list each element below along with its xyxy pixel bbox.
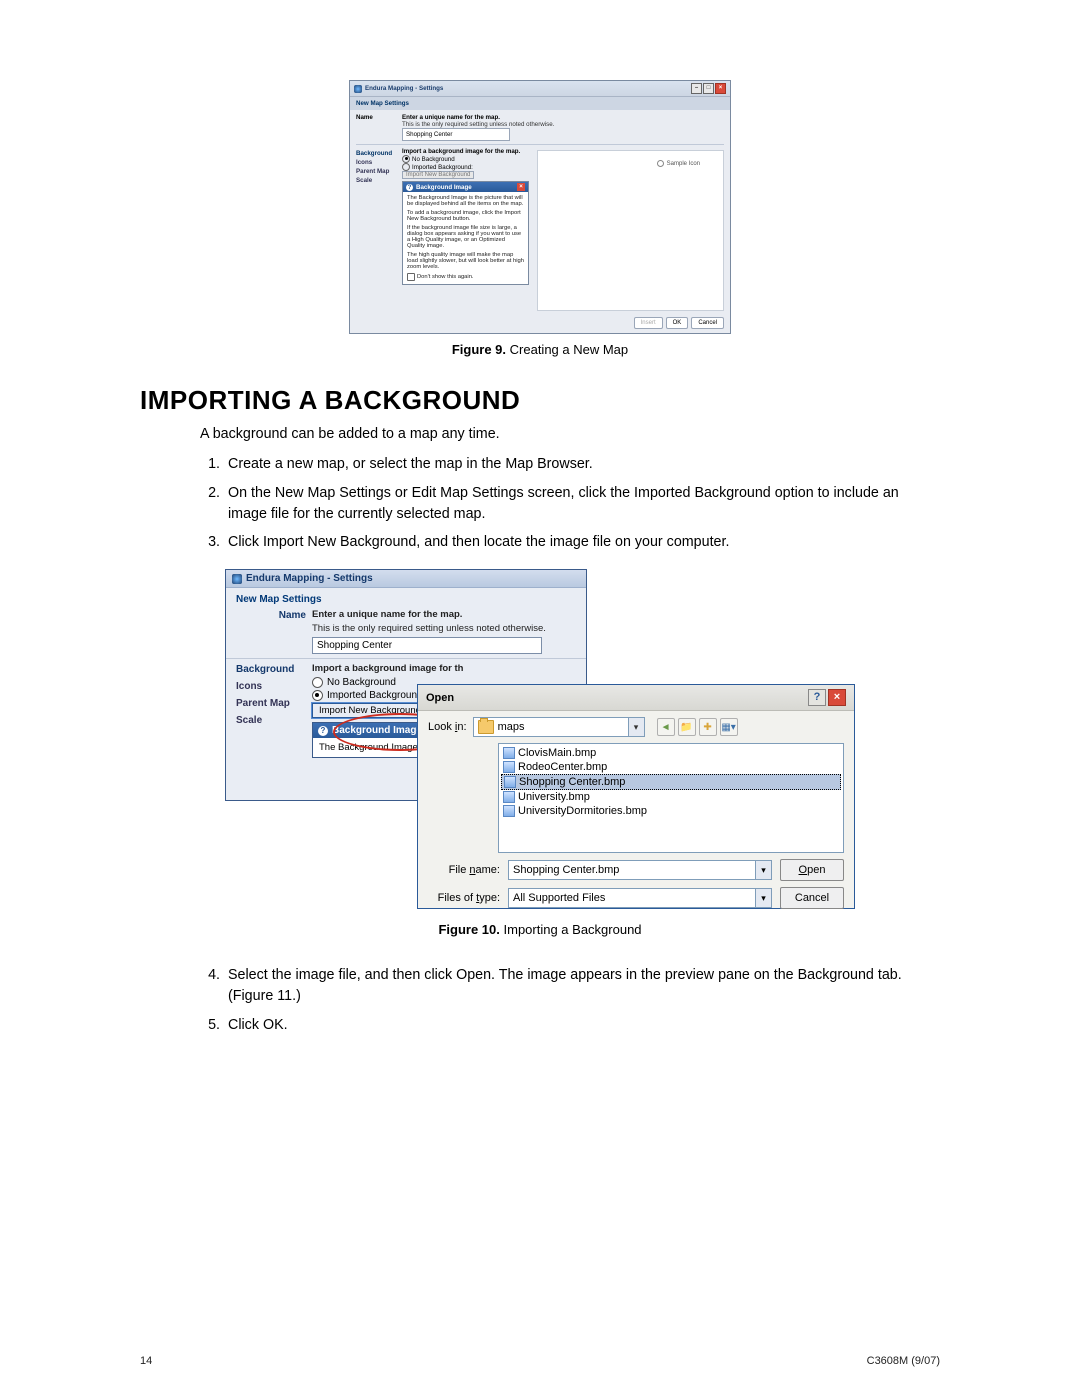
help-text: If the background image file size is lar… bbox=[407, 225, 524, 249]
file-item[interactable]: University.bmp bbox=[501, 790, 841, 804]
window-titlebar: Endura Mapping - Settings – □ × bbox=[350, 81, 730, 97]
sample-icon-label: Sample Icon bbox=[657, 160, 700, 167]
name-label: Name bbox=[236, 609, 306, 621]
window-controls: – □ × bbox=[691, 83, 726, 94]
close-icon[interactable]: × bbox=[828, 689, 846, 706]
bmp-icon bbox=[503, 761, 515, 773]
cancel-button[interactable]: Cancel bbox=[780, 887, 844, 909]
import-new-background-button[interactable]: Import New Background bbox=[312, 703, 428, 718]
ok-button[interactable]: OK bbox=[666, 317, 689, 329]
folder-icon bbox=[478, 720, 494, 734]
new-folder-icon[interactable]: ✚ bbox=[699, 718, 717, 736]
views-icon[interactable]: ▦▾ bbox=[720, 718, 738, 736]
filename-input[interactable]: Shopping Center.bmp▾ bbox=[508, 860, 772, 880]
preview-pane bbox=[537, 150, 724, 311]
look-in-dropdown[interactable]: maps ▾ bbox=[473, 717, 645, 737]
look-in-label: Look in: bbox=[428, 721, 467, 733]
insert-button: Insert bbox=[634, 317, 663, 329]
help-close-icon[interactable]: × bbox=[517, 183, 525, 191]
step-3: Click Import New Background, and then lo… bbox=[224, 532, 940, 553]
tab-icons[interactable]: Icons bbox=[236, 681, 306, 692]
filetype-label: Files of type: bbox=[428, 892, 500, 904]
help-popup: ? Background Image × The Background Imag… bbox=[402, 181, 529, 285]
bmp-icon bbox=[504, 776, 516, 788]
window-title: Endura Mapping - Settings bbox=[365, 85, 443, 92]
section-heading: IMPORTING A BACKGROUND bbox=[140, 385, 940, 416]
name-instruction: Enter a unique name for the map. bbox=[402, 114, 724, 121]
dont-show-again-checkbox[interactable]: Don't show this again. bbox=[407, 273, 524, 281]
map-name-input[interactable]: Shopping Center bbox=[402, 128, 510, 141]
doc-id: C3608M (9/07) bbox=[867, 1355, 940, 1367]
step-1: Create a new map, or select the map in t… bbox=[224, 454, 940, 475]
app-icon bbox=[354, 85, 362, 93]
help-title: Background Image bbox=[416, 184, 472, 191]
figure-10-screenshot: Endura Mapping - Settings New Map Settin… bbox=[225, 569, 855, 909]
help-title: Background Image bbox=[332, 725, 422, 736]
chevron-down-icon[interactable]: ▾ bbox=[755, 889, 771, 907]
window-title: Endura Mapping - Settings bbox=[246, 573, 373, 584]
help-icon[interactable]: ? bbox=[808, 689, 826, 706]
close-icon[interactable]: × bbox=[715, 83, 726, 94]
help-text: To add a background image, click the Imp… bbox=[407, 210, 524, 222]
filetype-dropdown[interactable]: All Supported Files▾ bbox=[508, 888, 772, 908]
tab-background[interactable]: Background bbox=[236, 664, 306, 675]
page-number: 14 bbox=[140, 1355, 152, 1367]
name-label: Name bbox=[356, 114, 398, 121]
figure-9-caption: Figure 9. Creating a New Map bbox=[140, 342, 940, 357]
file-item[interactable]: ClovisMain.bmp bbox=[501, 746, 841, 760]
step-2: On the New Map Settings or Edit Map Sett… bbox=[224, 483, 940, 524]
help-text: The high quality image will make the map… bbox=[407, 252, 524, 270]
name-instruction: Enter a unique name for the map. bbox=[312, 609, 576, 620]
chevron-down-icon[interactable]: ▾ bbox=[755, 861, 771, 879]
cancel-button[interactable]: Cancel bbox=[691, 317, 724, 329]
file-item-selected[interactable]: Shopping Center.bmp bbox=[501, 774, 841, 790]
bg-instruction: Import a background image for th bbox=[312, 663, 576, 674]
section-title: New Map Settings bbox=[226, 588, 586, 607]
file-item[interactable]: UniversityDormitories.bmp bbox=[501, 804, 841, 818]
app-icon bbox=[232, 574, 242, 584]
tab-parent-map[interactable]: Parent Map bbox=[356, 168, 398, 175]
up-folder-icon[interactable]: 📁 bbox=[678, 718, 696, 736]
open-button[interactable]: Open bbox=[780, 859, 844, 881]
page-footer: 14 C3608M (9/07) bbox=[140, 1355, 940, 1367]
figure-10-caption: Figure 10. Importing a Background bbox=[140, 922, 940, 937]
bmp-icon bbox=[503, 791, 515, 803]
map-name-input[interactable]: Shopping Center bbox=[312, 637, 542, 654]
help-text: The Background Image is the picture that… bbox=[407, 195, 524, 207]
import-new-background-button[interactable]: Import New Background bbox=[402, 171, 474, 179]
tab-scale[interactable]: Scale bbox=[236, 715, 306, 726]
maximize-icon[interactable]: □ bbox=[703, 83, 714, 94]
open-file-dialog: Open ? × Look in: maps ▾ ◄ 📁 ✚ bbox=[417, 684, 855, 909]
tab-parent-map[interactable]: Parent Map bbox=[236, 698, 306, 709]
minimize-icon[interactable]: – bbox=[691, 83, 702, 94]
file-item[interactable]: RodeoCenter.bmp bbox=[501, 760, 841, 774]
section-title: New Map Settings bbox=[350, 97, 730, 110]
help-icon: ? bbox=[318, 726, 328, 736]
tab-icons[interactable]: Icons bbox=[356, 159, 398, 166]
chevron-down-icon[interactable]: ▾ bbox=[628, 718, 644, 736]
name-subtext: This is the only required setting unless… bbox=[402, 121, 724, 128]
file-list[interactable]: ClovisMain.bmp RodeoCenter.bmp Shopping … bbox=[498, 743, 844, 853]
help-icon: ? bbox=[406, 184, 413, 191]
filename-label: File name: bbox=[428, 864, 500, 876]
back-icon[interactable]: ◄ bbox=[657, 718, 675, 736]
figure-9-screenshot: Endura Mapping - Settings – □ × New Map … bbox=[349, 80, 731, 334]
intro-text: A background can be added to a map any t… bbox=[200, 424, 940, 444]
bmp-icon bbox=[503, 805, 515, 817]
bmp-icon bbox=[503, 747, 515, 759]
step-4: Select the image file, and then click Op… bbox=[224, 965, 940, 1006]
dialog-title: Open bbox=[426, 692, 454, 704]
look-in-value: maps bbox=[498, 721, 628, 733]
name-subtext: This is the only required setting unless… bbox=[312, 623, 576, 634]
step-5: Click OK. bbox=[224, 1015, 940, 1036]
tab-scale[interactable]: Scale bbox=[356, 177, 398, 184]
tab-background[interactable]: Background bbox=[356, 150, 398, 157]
